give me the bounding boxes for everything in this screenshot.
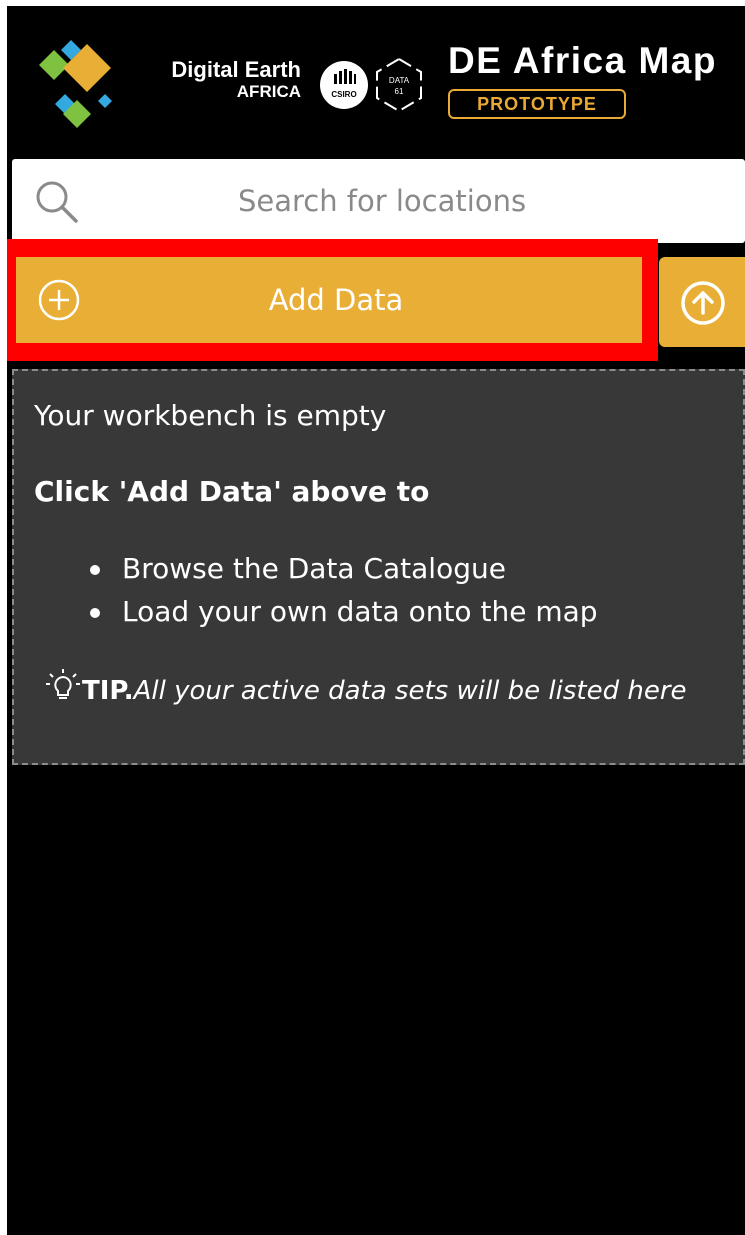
data61-number: 61 bbox=[395, 87, 404, 96]
list-item: Browse the Data Catalogue bbox=[86, 547, 598, 590]
search-bar[interactable] bbox=[12, 159, 745, 243]
upload-data-button[interactable] bbox=[659, 257, 745, 347]
workbench-tip: TIP.All your active data sets will be li… bbox=[44, 667, 687, 706]
upload-arrow-icon bbox=[681, 281, 725, 325]
add-data-button[interactable]: Add Data bbox=[16, 257, 642, 343]
workbench: Your workbench is empty Click 'Add Data'… bbox=[12, 369, 745, 765]
header: Digital Earth AFRICA CSIRO DATA 61 DE Af… bbox=[7, 6, 745, 156]
search-input[interactable] bbox=[102, 159, 662, 243]
app-title: DE Africa Map bbox=[448, 40, 717, 81]
brand-text: Digital Earth AFRICA bbox=[135, 58, 301, 102]
brand-name: Digital Earth bbox=[171, 57, 301, 82]
csiro-text: CSIRO bbox=[331, 90, 356, 99]
digital-earth-logo-icon bbox=[39, 40, 112, 128]
data61-logo-icon: DATA 61 bbox=[376, 57, 422, 113]
tip-text: All your active data sets will be listed… bbox=[133, 676, 687, 706]
search-icon bbox=[36, 181, 78, 223]
csiro-logo-icon: CSIRO bbox=[320, 61, 368, 109]
workbench-empty-title: Your workbench is empty bbox=[34, 399, 387, 432]
workbench-instruction: Click 'Add Data' above to bbox=[34, 475, 430, 508]
side-panel: Digital Earth AFRICA CSIRO DATA 61 DE Af… bbox=[7, 6, 745, 1235]
workbench-list: Browse the Data Catalogue Load your own … bbox=[86, 547, 598, 633]
data61-text: DATA bbox=[389, 76, 410, 85]
brand-region: AFRICA bbox=[236, 82, 301, 101]
list-item: Load your own data onto the map bbox=[86, 590, 598, 633]
prototype-badge: PROTOTYPE bbox=[448, 89, 626, 119]
tip-label: TIP. bbox=[82, 676, 134, 706]
lightbulb-icon bbox=[46, 669, 80, 699]
add-data-label: Add Data bbox=[268, 283, 404, 317]
